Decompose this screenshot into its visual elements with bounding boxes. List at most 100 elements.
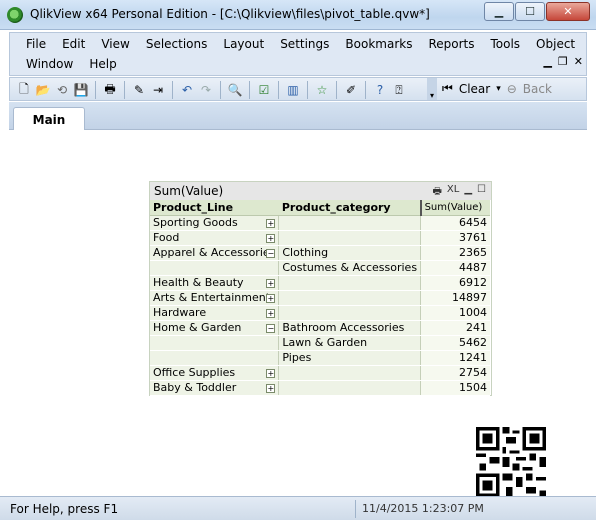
- header-sum-value[interactable]: Sum(Value): [419, 200, 490, 216]
- menu-item-view[interactable]: View: [93, 37, 137, 51]
- cell-product-category[interactable]: [278, 230, 422, 246]
- open-folder-icon[interactable]: 📂: [35, 82, 51, 98]
- pivot-row: Apparel & Accessories − Clothing 2365: [150, 245, 490, 261]
- chart-icon[interactable]: ▥: [285, 82, 301, 98]
- edit-script-icon[interactable]: ✎: [131, 82, 147, 98]
- pivot-table-object[interactable]: Sum(Value) 🖶 XL ▁ ☐ Product_Line Product…: [149, 181, 492, 396]
- mdi-minimize-icon[interactable]: ▁: [543, 55, 551, 68]
- bookmark-star-icon[interactable]: ☆: [314, 82, 330, 98]
- mdi-restore-icon[interactable]: ❐: [558, 55, 568, 68]
- cell-product-line[interactable]: Sporting Goods +: [150, 215, 280, 231]
- clear-button[interactable]: Clear: [459, 82, 490, 96]
- menu-item-tools[interactable]: Tools: [482, 37, 528, 51]
- cell-product-line[interactable]: [150, 335, 280, 351]
- tab-main[interactable]: Main: [13, 107, 85, 131]
- reload-icon[interactable]: ⟲: [54, 82, 70, 98]
- new-document-icon[interactable]: 🗋: [16, 82, 32, 98]
- send-to-excel-button[interactable]: XL: [447, 184, 459, 201]
- cell-product-category[interactable]: Bathroom Accessories: [278, 320, 422, 336]
- menu-item-file[interactable]: File: [18, 37, 54, 51]
- context-help-icon[interactable]: ⍰: [391, 82, 407, 98]
- status-help-text: For Help, press F1: [10, 502, 119, 516]
- minimize-button[interactable]: ▁: [484, 2, 514, 21]
- redo-icon[interactable]: ↷: [198, 82, 214, 98]
- notes-icon[interactable]: ✐: [343, 82, 359, 98]
- maximize-button[interactable]: ☐: [515, 2, 545, 21]
- pivot-row: Costumes & Accessories 4487: [150, 260, 490, 276]
- cell-product-line[interactable]: Home & Garden −: [150, 320, 280, 336]
- header-product-line[interactable]: Product_Line: [150, 200, 279, 216]
- undo-icon[interactable]: ↶: [179, 82, 195, 98]
- expand-icon[interactable]: +: [266, 278, 276, 288]
- clear-icon[interactable]: ⏮: [442, 81, 453, 96]
- cell-product-category[interactable]: [278, 275, 422, 291]
- pivot-row: Lawn & Garden 5462: [150, 335, 490, 351]
- pivot-caption[interactable]: Sum(Value) 🖶 XL ▁ ☐: [150, 182, 491, 200]
- cell-product-category[interactable]: Clothing: [278, 245, 422, 261]
- cell-product-line[interactable]: Apparel & Accessories −: [150, 245, 280, 261]
- pivot-row: Baby & Toddler +1504: [150, 380, 490, 396]
- cell-product-line[interactable]: [150, 260, 280, 276]
- pivot-grid: Product_Line Product_category Sum(Value)…: [150, 200, 490, 396]
- menu-item-object[interactable]: Object: [528, 37, 583, 51]
- cell-product-category[interactable]: [278, 215, 422, 231]
- toolbar-separator: [124, 81, 125, 99]
- expand-icon[interactable]: +: [266, 233, 276, 243]
- cell-product-category[interactable]: [278, 290, 422, 306]
- menu-item-reports[interactable]: Reports: [420, 37, 482, 51]
- save-icon[interactable]: 💾: [73, 82, 89, 98]
- back-icon[interactable]: ⊖: [507, 82, 517, 96]
- expand-icon[interactable]: +: [266, 368, 276, 378]
- mdi-close-icon[interactable]: ✕: [574, 55, 583, 68]
- cell-product-category[interactable]: Lawn & Garden: [278, 335, 422, 351]
- expand-icon[interactable]: +: [266, 218, 276, 228]
- clear-dropdown-icon[interactable]: ▾: [496, 84, 501, 94]
- menu-item-settings[interactable]: Settings: [272, 37, 337, 51]
- window-controls: ▁ ☐ ✕: [484, 2, 590, 21]
- menu-item-layout[interactable]: Layout: [215, 37, 272, 51]
- cell-sum-value: 3761: [420, 230, 490, 246]
- header-product-category[interactable]: Product_category: [278, 200, 421, 216]
- print-icon[interactable]: 🖶: [102, 82, 118, 98]
- collapse-icon[interactable]: −: [266, 323, 276, 333]
- product-line-label: Arts & Entertainment: [153, 291, 271, 304]
- menu-item-selections[interactable]: Selections: [138, 37, 216, 51]
- cell-product-category[interactable]: [278, 365, 422, 381]
- cell-product-category[interactable]: Pipes: [278, 350, 422, 366]
- help-icon[interactable]: ?: [372, 82, 388, 98]
- cell-product-category[interactable]: [278, 305, 422, 321]
- minimize-object-icon[interactable]: ▁: [464, 184, 472, 201]
- collapse-icon[interactable]: −: [266, 248, 276, 258]
- menu-item-help[interactable]: Help: [81, 57, 124, 71]
- expand-icon[interactable]: +: [266, 293, 276, 303]
- cell-sum-value: 2754: [420, 365, 490, 381]
- close-button[interactable]: ✕: [546, 2, 590, 21]
- reload-script-icon[interactable]: ⇥: [150, 82, 166, 98]
- cell-product-line[interactable]: Health & Beauty +: [150, 275, 280, 291]
- cell-product-category[interactable]: Costumes & Accessories: [278, 260, 422, 276]
- product-line-label: Sporting Goods: [153, 216, 238, 229]
- cell-product-line[interactable]: Baby & Toddler +: [150, 380, 280, 396]
- cell-product-line[interactable]: Office Supplies +: [150, 365, 280, 381]
- menu-row-main: File Edit View Selections Layout Settings Book…: [18, 34, 583, 54]
- cell-product-category[interactable]: [278, 380, 422, 396]
- cell-product-line[interactable]: Food +: [150, 230, 280, 246]
- print-icon[interactable]: 🖶: [432, 184, 441, 201]
- checkmark-icon[interactable]: ☑: [256, 82, 272, 98]
- menu-item-bookmarks[interactable]: Bookmarks: [337, 37, 420, 51]
- cell-sum-value: 2365: [420, 245, 490, 261]
- menu-item-window[interactable]: Window: [18, 57, 81, 71]
- pivot-header-row: Product_Line Product_category Sum(Value): [150, 200, 490, 216]
- toolbar-grip[interactable]: ▾: [427, 78, 437, 100]
- cell-product-line[interactable]: [150, 350, 280, 366]
- expand-icon[interactable]: +: [266, 383, 276, 393]
- maximize-object-icon[interactable]: ☐: [477, 184, 486, 201]
- search-icon[interactable]: 🔍: [227, 82, 243, 98]
- back-button[interactable]: Back: [523, 82, 552, 96]
- expand-icon[interactable]: +: [266, 308, 276, 318]
- cell-product-line[interactable]: Hardware +: [150, 305, 280, 321]
- product-line-label: Baby & Toddler: [153, 381, 237, 394]
- cell-sum-value: 4487: [420, 260, 490, 276]
- menu-item-edit[interactable]: Edit: [54, 37, 93, 51]
- cell-product-line[interactable]: Arts & Entertainment +: [150, 290, 280, 306]
